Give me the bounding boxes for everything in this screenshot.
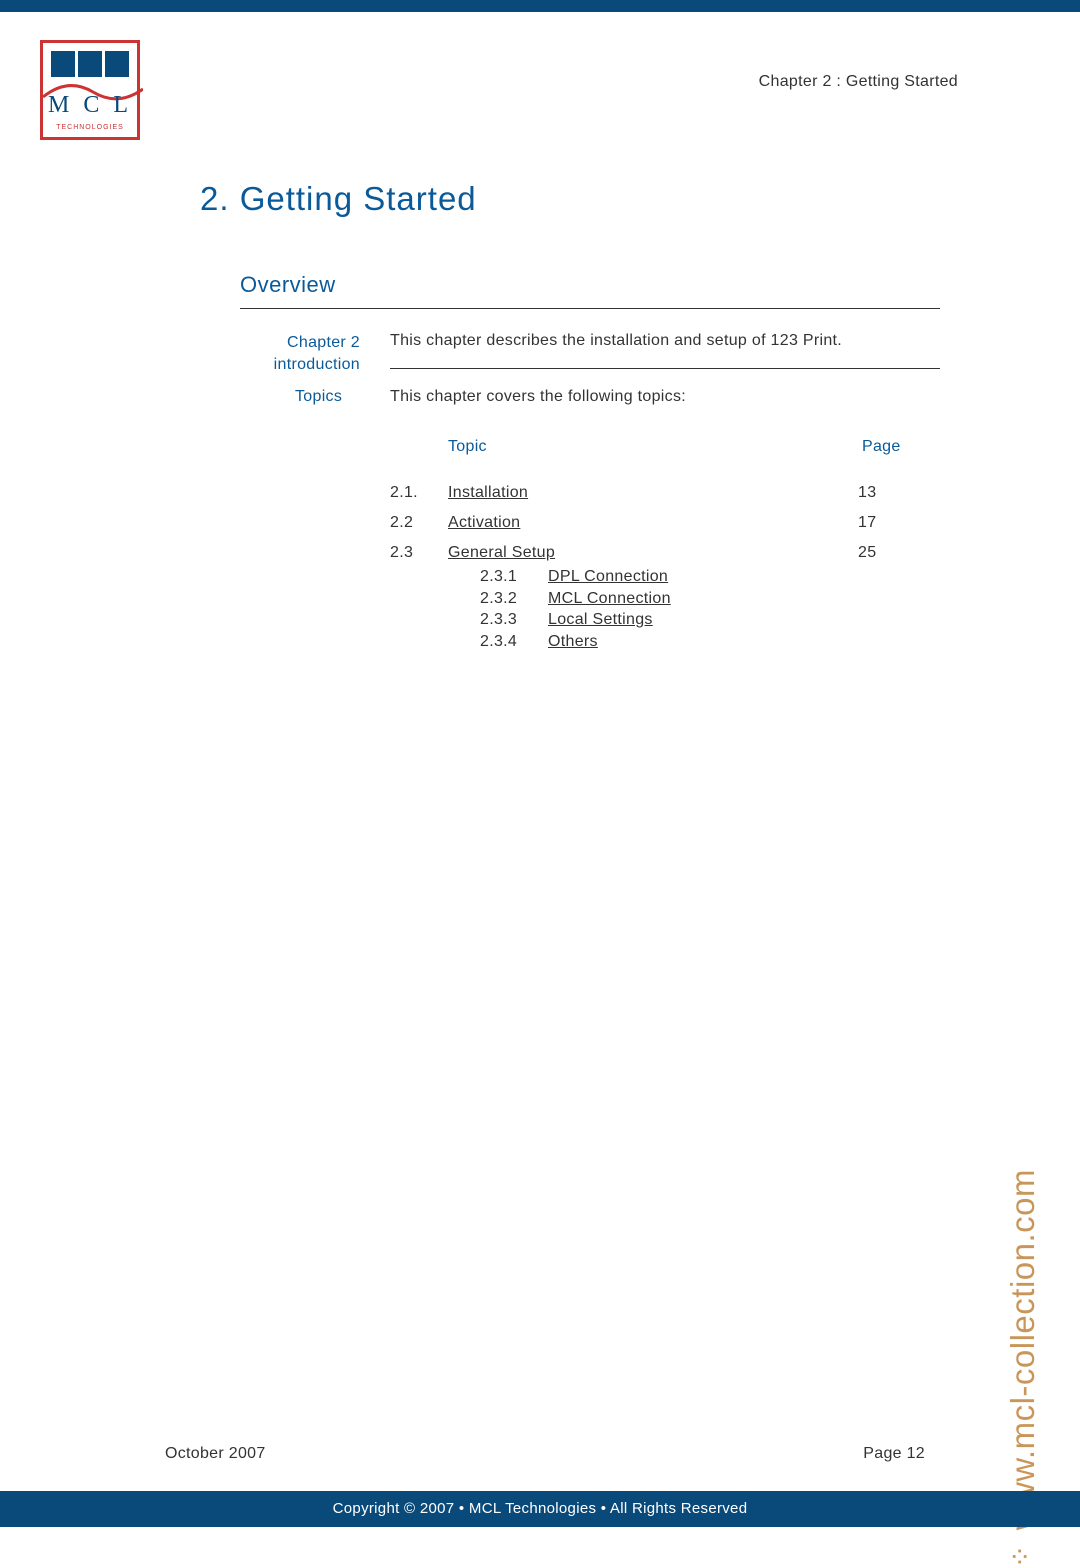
toc-title: General Setup xyxy=(448,544,858,562)
toc-sub-link[interactable]: Local Settings xyxy=(548,611,653,628)
table-header-page: Page xyxy=(862,438,901,456)
intro-label: Chapter 2 introduction xyxy=(240,332,360,375)
divider xyxy=(390,368,940,369)
toc-link[interactable]: Installation xyxy=(448,484,528,501)
overview-heading: Overview xyxy=(240,272,336,298)
toc-sub-number: 2.3.1 xyxy=(480,566,548,588)
footer-copyright-bar: Copyright © 2007 • MCL Technologies • Al… xyxy=(0,1491,1080,1527)
footer-date: October 2007 xyxy=(165,1445,266,1463)
toc-sub-row: 2.3.2MCL Connection xyxy=(480,588,918,610)
toc-page: 13 xyxy=(858,484,918,502)
toc-sub-title: Local Settings xyxy=(548,609,653,631)
toc-number: 2.3 xyxy=(390,544,448,562)
toc-sub-link[interactable]: MCL Connection xyxy=(548,590,671,607)
footer-page-number: Page 12 xyxy=(863,1445,925,1463)
toc-page: 17 xyxy=(858,514,918,532)
topics-text: This chapter covers the following topics… xyxy=(390,388,686,406)
toc-row: 2.3General Setup 25 xyxy=(390,544,918,562)
toc-subsection: 2.3.1DPL Connection2.3.2MCL Connection2.… xyxy=(480,566,918,652)
toc-title: Activation xyxy=(448,514,858,532)
toc-sub-row: 2.3.3Local Settings xyxy=(480,609,918,631)
chapter-title: 2. Getting Started xyxy=(200,180,477,218)
toc-link[interactable]: Activation xyxy=(448,514,520,531)
top-bar xyxy=(0,0,1080,12)
logo-letters: M C L xyxy=(43,92,137,119)
toc-sub-row: 2.3.1DPL Connection xyxy=(480,566,918,588)
toc-sub-title: MCL Connection xyxy=(548,588,671,610)
toc-sub-title: Others xyxy=(548,631,598,653)
topics-label: Topics xyxy=(295,388,342,406)
toc-sub-link[interactable]: DPL Connection xyxy=(548,568,668,585)
toc-sub-row: 2.3.4Others xyxy=(480,631,918,653)
table-header-topic: Topic xyxy=(448,438,487,456)
toc-sub-title: DPL Connection xyxy=(548,566,668,588)
logo-squares xyxy=(51,51,129,77)
header-chapter-label: Chapter 2 : Getting Started xyxy=(759,73,958,91)
toc-row: 2.2Activation 17 xyxy=(390,514,918,532)
dots-icon: ⁘ xyxy=(1005,1544,1036,1568)
toc-sub-number: 2.3.3 xyxy=(480,609,548,631)
logo-subtext: TECHNOLOGIES xyxy=(43,124,137,131)
toc-sub-link[interactable]: Others xyxy=(548,633,598,650)
divider xyxy=(240,308,940,309)
toc-link[interactable]: General Setup xyxy=(448,544,555,561)
intro-text: This chapter describes the installation … xyxy=(390,332,842,350)
table-of-contents: 2.1.Installation 13 2.2Activation 17 2.3Gene… xyxy=(390,484,918,652)
toc-row: 2.1.Installation 13 xyxy=(390,484,918,502)
toc-sub-number: 2.3.4 xyxy=(480,631,548,653)
toc-number: 2.2 xyxy=(390,514,448,532)
toc-sub-number: 2.3.2 xyxy=(480,588,548,610)
toc-title: Installation xyxy=(448,484,858,502)
side-url-text: www.mcl-collection.com xyxy=(1004,1169,1041,1530)
mcl-logo: M C L TECHNOLOGIES xyxy=(40,40,140,140)
toc-number: 2.1. xyxy=(390,484,448,502)
toc-page: 25 xyxy=(858,544,918,562)
